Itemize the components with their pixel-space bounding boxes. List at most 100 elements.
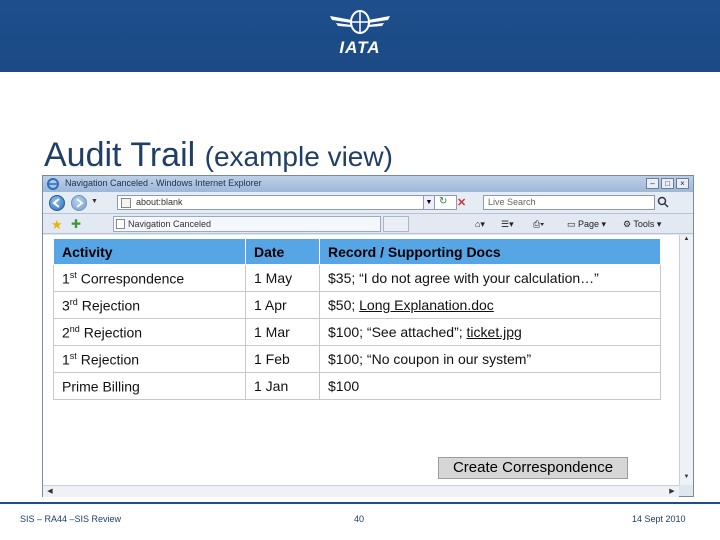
close-button[interactable]: × [676,178,689,189]
tools-menu-label: Tools [633,219,655,229]
activity-text: Prime Billing [62,378,140,395]
activity-type: Rejection [77,297,141,314]
date-cell: 1 May [245,264,320,292]
slide-title: Audit Trail (example view) [44,136,393,175]
scroll-down-icon[interactable]: ▼ [681,474,692,484]
header-date: Date [245,238,320,265]
refresh-icon[interactable]: ↻ [439,196,451,208]
activity-text: 1 [62,270,70,287]
record-cell: $35; “I do not agree with your calculati… [319,264,661,292]
header-activity: Activity [53,238,246,265]
feeds-icon[interactable]: ☰▾ [501,217,514,231]
record-cell: $50; Long Explanation.doc [319,291,661,319]
activity-type: Rejection [79,324,143,341]
tab-page-icon [116,219,125,229]
page-content: Activity Date Record / Supporting Docs 1… [43,235,679,485]
footer-divider [0,502,720,504]
header-band: IATA [0,0,720,72]
globe-wings-icon [330,10,390,34]
stop-icon[interactable]: ✕ [457,196,469,209]
vertical-scrollbar[interactable]: ▲ ▼ [679,235,693,485]
address-input[interactable]: about:blank [117,195,457,210]
minimize-button[interactable]: – [646,178,659,189]
maximize-button[interactable]: □ [661,178,674,189]
activity-text: 1 [62,351,70,368]
activity-cell: 1st Correspondence [53,264,246,292]
iata-logo: IATA [318,8,402,64]
record-cell: $100 [319,372,661,400]
search-icon[interactable] [657,196,669,208]
page-menu[interactable]: ▭ Page ▾ [567,217,606,231]
window-controls: – □ × [646,178,689,189]
scroll-up-icon[interactable]: ▲ [681,236,692,246]
activity-text: 3 [62,297,70,314]
back-button[interactable] [49,195,65,211]
address-bar-row: ▼ about:blank ▼ ↻ ✕ Live Search [43,192,693,214]
table-row: 2nd Rejection 1 Mar $100; “See attached”; … [53,318,661,346]
activity-type: Rejection [76,351,140,368]
date-cell: 1 Mar [245,318,320,346]
footer-date: 14 Sept 2010 [632,514,686,524]
history-dropdown-icon[interactable]: ▼ [91,198,98,205]
activity-text: 2 [62,324,70,341]
date-cell: 1 Jan [245,372,320,400]
back-arrow-icon [52,198,60,208]
attachment-link[interactable]: Long Explanation.doc [359,297,494,313]
activity-ordinal: nd [69,323,80,334]
record-text: $35; “I do not agree with your calculati… [328,270,599,286]
forward-button[interactable] [71,195,87,211]
attachment-link[interactable]: ticket.jpg [467,324,522,340]
table-row: Prime Billing 1 Jan $100 [53,372,661,400]
tools-menu[interactable]: ⚙ Tools ▾ [623,217,661,231]
horizontal-scrollbar[interactable]: ◀ ▶ [43,485,679,497]
address-text: about:blank [136,197,183,207]
table-row: 1st Correspondence 1 May $35; “I do not ag… [53,264,661,292]
tab-bar: ★ ✚ Navigation Canceled ⌂▾ ☰▾ ⎙▾ ▭ Page … [43,214,693,234]
title-sub: (example view) [204,141,393,172]
address-dropdown-button[interactable]: ▼ [423,195,435,210]
tab-label: Navigation Canceled [128,219,212,229]
activity-cell: 2nd Rejection [53,318,246,346]
audit-table: Activity Date Record / Supporting Docs 1… [53,238,661,400]
page-icon [121,198,131,208]
activity-cell: 3rd Rejection [53,291,246,319]
forward-arrow-icon [76,198,84,208]
logo-text: IATA [339,38,381,57]
favorites-star-icon[interactable]: ★ [51,217,63,233]
scroll-left-icon[interactable]: ◀ [45,486,55,497]
header-record: Record / Supporting Docs [319,238,661,265]
window-titlebar: Navigation Canceled - Windows Internet E… [43,176,693,192]
browser-window: Navigation Canceled - Windows Internet E… [42,175,694,497]
record-text: $100; “See attached”; [328,324,467,340]
footer-page-number: 40 [354,514,365,524]
date-cell: 1 Feb [245,345,320,373]
activity-ordinal: st [69,269,77,280]
activity-cell: 1st Rejection [53,345,246,373]
table-row: 1st Rejection 1 Feb $100; “No coupon in ou… [53,345,661,373]
table-row: 3rd Rejection 1 Apr $50; Long Explanation.… [53,291,661,319]
ie-logo-icon [47,178,59,190]
search-input[interactable]: Live Search [483,195,655,210]
scroll-right-icon[interactable]: ▶ [667,486,677,497]
record-text: $100; “No coupon in our system” [328,351,532,367]
footer-left: SIS – RA44 –SIS Review [20,514,122,524]
date-cell: 1 Apr [245,291,320,319]
new-tab-button[interactable] [383,216,409,232]
window-title: Navigation Canceled - Windows Internet E… [65,178,262,188]
record-text: $50; [328,297,360,313]
tab-current[interactable]: Navigation Canceled [113,216,381,232]
create-correspondence-button[interactable]: Create Correspondence [438,457,628,479]
activity-cell: Prime Billing [53,372,246,400]
record-cell: $100; “See attached”; ticket.jpg [319,318,661,346]
print-icon[interactable]: ⎙▾ [533,217,544,231]
activity-ordinal: st [69,350,77,361]
activity-type: Correspondence [76,270,185,287]
page-menu-label: Page [578,219,600,229]
title-main: Audit Trail [44,136,196,174]
record-cell: $100; “No coupon in our system” [319,345,661,373]
table-header-row: Activity Date Record / Supporting Docs [53,238,661,265]
activity-ordinal: rd [69,296,78,307]
home-icon[interactable]: ⌂▾ [475,217,485,231]
add-favorites-icon[interactable]: ✚ [71,217,81,231]
record-text: $100 [328,378,360,394]
